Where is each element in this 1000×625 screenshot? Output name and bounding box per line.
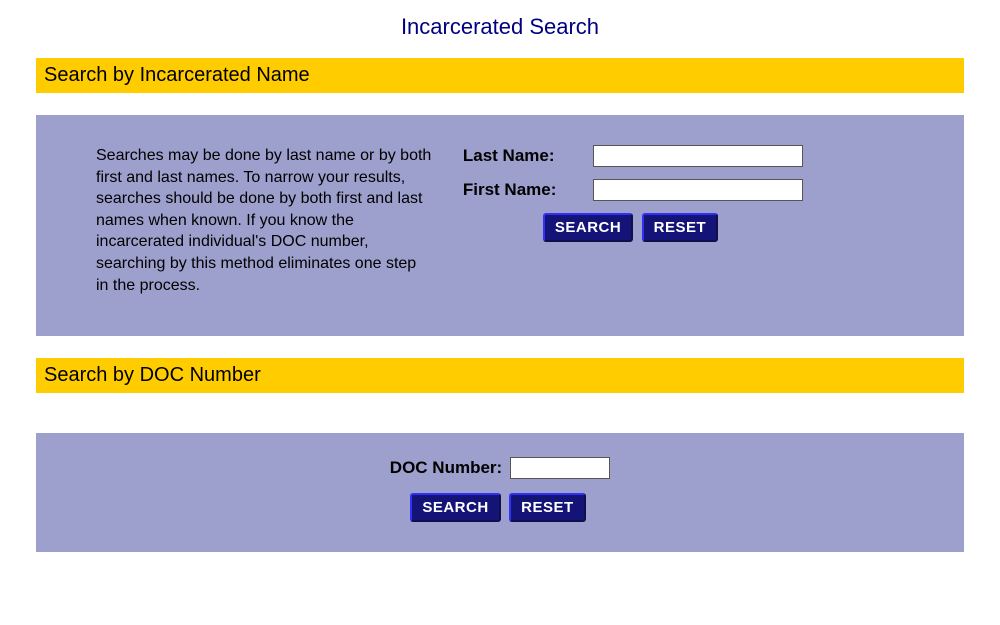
search-by-doc-panel: DOC Number: SEARCH RESET bbox=[36, 433, 964, 552]
first-name-input[interactable] bbox=[593, 179, 803, 201]
name-search-form: Last Name: First Name: SEARCH RESET bbox=[463, 145, 964, 296]
doc-search-button[interactable]: SEARCH bbox=[410, 493, 500, 522]
name-reset-button[interactable]: RESET bbox=[642, 213, 719, 242]
last-name-input[interactable] bbox=[593, 145, 803, 167]
page-title: Incarcerated Search bbox=[0, 0, 1000, 58]
doc-reset-button[interactable]: RESET bbox=[509, 493, 586, 522]
first-name-label: First Name: bbox=[463, 180, 593, 200]
name-search-button[interactable]: SEARCH bbox=[543, 213, 633, 242]
search-by-name-panel: Searches may be done by last name or by … bbox=[36, 115, 964, 336]
instructions-text: Searches may be done by last name or by … bbox=[36, 145, 463, 296]
doc-number-input[interactable] bbox=[510, 457, 610, 479]
section-header-name: Search by Incarcerated Name bbox=[36, 58, 964, 93]
doc-number-label: DOC Number: bbox=[390, 458, 502, 478]
section-header-doc: Search by DOC Number bbox=[36, 358, 964, 393]
last-name-label: Last Name: bbox=[463, 146, 593, 166]
